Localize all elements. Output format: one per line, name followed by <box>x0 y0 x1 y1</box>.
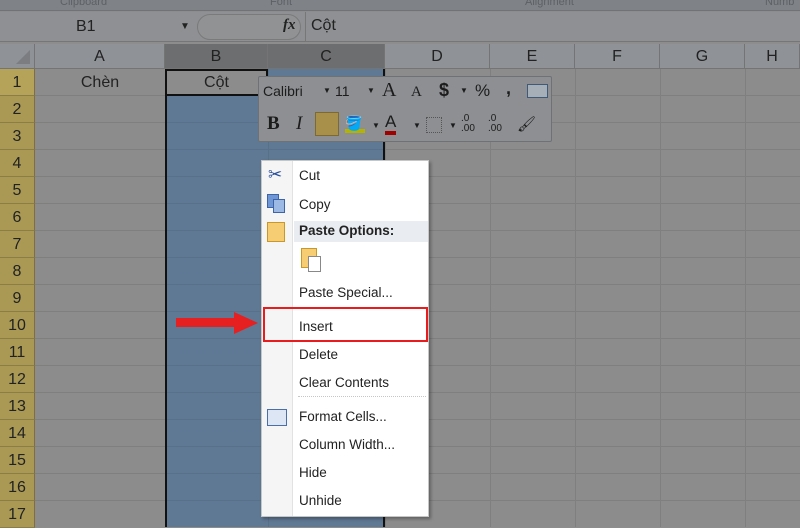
row-header-13[interactable]: 13 <box>0 393 35 420</box>
row-header-10[interactable]: 10 <box>0 312 35 339</box>
column-header-b[interactable]: B <box>165 44 268 69</box>
chevron-down-icon[interactable]: ▼ <box>372 121 380 130</box>
row-header-4[interactable]: 4 <box>0 150 35 177</box>
menu-item-format-cells[interactable]: Format Cells... <box>299 407 387 427</box>
row-header-16[interactable]: 16 <box>0 474 35 501</box>
row-header-15[interactable]: 15 <box>0 447 35 474</box>
row-header-1[interactable]: 1 <box>0 69 35 96</box>
increase-decimal-icon[interactable]: .0 .00 <box>461 114 475 134</box>
ribbon-group-clipboard: Clipboard <box>60 0 108 8</box>
menu-item-unhide[interactable]: Unhide <box>299 491 342 511</box>
menu-item-copy[interactable]: Copy <box>299 195 331 215</box>
scissors-icon: ✂ <box>268 165 283 184</box>
menu-item-hide[interactable]: Hide <box>299 463 327 483</box>
row-header-17[interactable]: 17 <box>0 501 35 528</box>
row-header-11[interactable]: 11 <box>0 339 35 366</box>
name-box[interactable]: B1 <box>0 12 192 42</box>
menu-item-delete[interactable]: Delete <box>299 345 338 365</box>
cell-b1[interactable]: Cột <box>165 69 268 96</box>
row-header-6[interactable]: 6 <box>0 204 35 231</box>
copy-icon-front <box>273 199 285 213</box>
menu-item-column-width[interactable]: Column Width... <box>299 435 395 455</box>
paste-options-header: Paste Options: <box>299 223 395 238</box>
paste-option-page-icon <box>308 256 321 272</box>
row-header-5[interactable]: 5 <box>0 177 35 204</box>
format-painter-icon[interactable]: 🖌 <box>517 115 536 133</box>
row-header-8[interactable]: 8 <box>0 258 35 285</box>
ribbon-group-font: Font <box>270 0 293 8</box>
borders-icon[interactable] <box>426 117 442 133</box>
menu-item-paste-special[interactable]: Paste Special... <box>299 283 393 303</box>
gridline <box>575 69 576 527</box>
decrease-decimal-icon[interactable]: .0 .00 <box>488 114 502 134</box>
font-name-select[interactable]: Calibri <box>263 83 303 99</box>
ribbon-group-labels: Clipboard Font Alignment Numb <box>0 0 800 11</box>
percent-icon[interactable]: % <box>475 81 490 101</box>
bold-button[interactable]: B <box>267 113 280 135</box>
merge-center-icon[interactable] <box>527 84 548 98</box>
red-arrow-head <box>234 312 258 334</box>
ribbon-group-alignment: Alignment <box>525 0 574 8</box>
comma-style-icon[interactable]: , <box>506 78 511 99</box>
ribbon-group-number: Numb <box>765 0 795 8</box>
font-color-icon[interactable]: A <box>385 113 397 135</box>
column-header-f[interactable]: F <box>575 44 660 69</box>
center-align-button[interactable] <box>315 112 339 136</box>
column-header-g[interactable]: G <box>660 44 745 69</box>
row-header-7[interactable]: 7 <box>0 231 35 258</box>
row-header-14[interactable]: 14 <box>0 420 35 447</box>
insert-function-icon[interactable]: fx <box>283 17 296 34</box>
gridline <box>745 69 746 527</box>
paste-icon <box>267 222 285 242</box>
chevron-down-icon[interactable]: ▼ <box>449 121 457 130</box>
formula-bar: B1 ▼ fx Cột <box>0 12 800 42</box>
column-header-h[interactable]: H <box>745 44 800 69</box>
shrink-font-icon[interactable]: A <box>411 84 422 101</box>
gridline <box>660 69 661 527</box>
row-header-3[interactable]: 3 <box>0 123 35 150</box>
format-cells-icon <box>267 409 287 426</box>
italic-button[interactable]: I <box>296 113 302 135</box>
mini-toolbar: Calibri ▼ 11 ▼ A A $ ▼ % , B I 🪣 ▼ A ▼ ▼… <box>258 76 552 142</box>
cell-a1[interactable]: Chèn <box>35 69 165 96</box>
row-header-2[interactable]: 2 <box>0 96 35 123</box>
fill-color-icon[interactable]: 🪣 <box>345 115 365 133</box>
chevron-down-icon[interactable]: ▼ <box>367 86 375 95</box>
font-size-select[interactable]: 11 <box>335 83 350 99</box>
formula-input[interactable]: Cột <box>305 12 800 42</box>
column-header-c[interactable]: C <box>268 44 385 69</box>
column-header-a[interactable]: A <box>35 44 165 69</box>
menu-separator <box>298 396 426 397</box>
chevron-down-icon[interactable]: ▼ <box>180 21 190 32</box>
chevron-down-icon[interactable]: ▼ <box>413 121 421 130</box>
insert-highlight-box <box>263 307 428 342</box>
row-header-9[interactable]: 9 <box>0 285 35 312</box>
grow-font-icon[interactable]: A <box>382 79 396 102</box>
select-all-button[interactable] <box>0 44 35 69</box>
menu-item-cut[interactable]: Cut <box>299 166 320 186</box>
row-header-12[interactable]: 12 <box>0 366 35 393</box>
column-header-d[interactable]: D <box>385 44 490 69</box>
red-arrow <box>176 318 236 327</box>
currency-icon[interactable]: $ <box>439 80 449 101</box>
chevron-down-icon[interactable]: ▼ <box>323 86 331 95</box>
column-header-e[interactable]: E <box>490 44 575 69</box>
chevron-down-icon[interactable]: ▼ <box>460 86 468 95</box>
menu-item-clear-contents[interactable]: Clear Contents <box>299 373 389 393</box>
